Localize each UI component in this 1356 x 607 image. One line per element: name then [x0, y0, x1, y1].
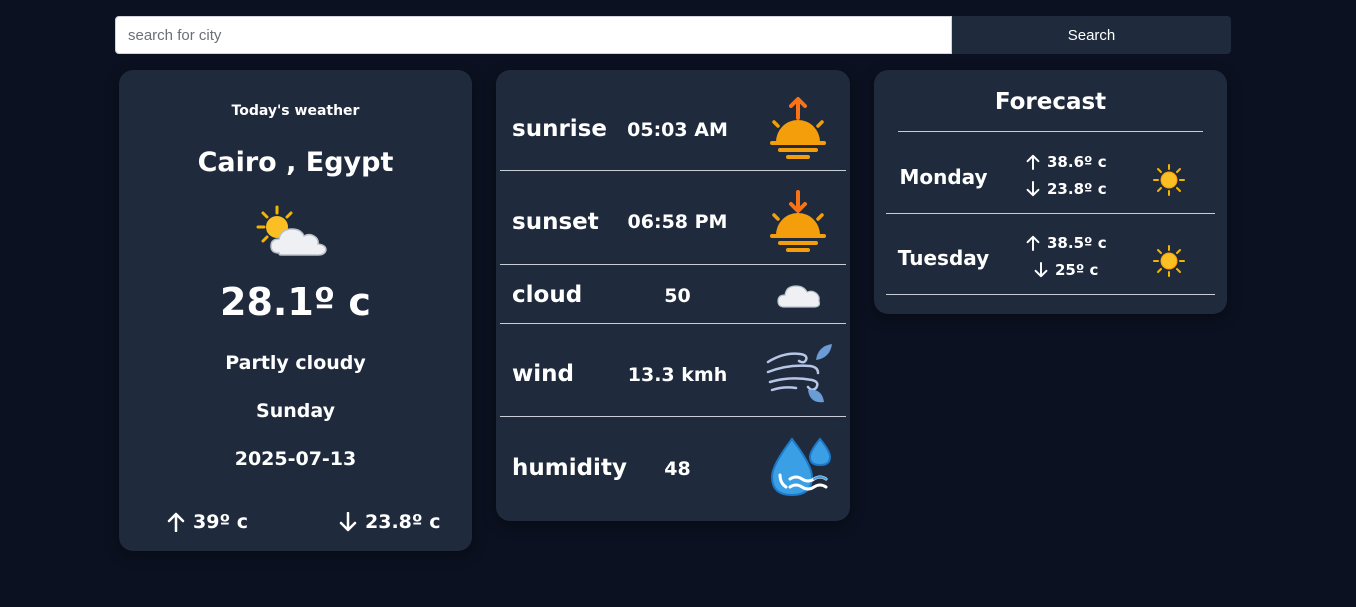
weather-condition: Partly cloudy [225, 352, 366, 374]
forecast-card: Forecast Monday 38.6º c 23.8º c Tuesday … [874, 70, 1227, 314]
forecast-row: Monday 38.6º c 23.8º c [886, 133, 1215, 214]
detail-row-humidity: humidity 48 [500, 417, 846, 521]
forecast-title: Forecast [994, 89, 1107, 115]
forecast-min: 25º c [1034, 261, 1098, 279]
forecast-max-value: 38.6º c [1047, 153, 1107, 171]
detail-value: 05:03 AM [627, 119, 728, 141]
arrow-down-icon [339, 512, 357, 532]
cloud-icon [777, 285, 821, 308]
arrow-up-icon [167, 512, 185, 532]
sun-behind-cloud-icon [256, 205, 327, 256]
arrow-up-icon [1026, 154, 1040, 170]
sunrise-icon [770, 97, 826, 159]
detail-row-sunrise: sunrise 05:03 AM [500, 84, 846, 171]
divider [898, 131, 1203, 132]
today-label: Today's weather [231, 103, 360, 119]
current-day: Sunday [256, 400, 335, 422]
detail-label: wind [512, 361, 574, 387]
wind-icon [766, 344, 832, 403]
detail-value: 50 [664, 285, 691, 307]
max-temperature-value: 39º c [193, 511, 249, 533]
forecast-max-value: 38.5º c [1047, 234, 1107, 252]
forecast-max: 38.5º c [1026, 234, 1107, 252]
search-input[interactable] [115, 16, 952, 54]
detail-row-sunset: sunset 06:58 PM [500, 171, 846, 265]
sun-icon [1153, 164, 1185, 196]
droplet-icon [770, 437, 832, 497]
search-bar: Search [115, 16, 1231, 54]
detail-value: 13.3 kmh [627, 364, 728, 386]
arrow-down-icon [1026, 181, 1040, 197]
arrow-down-icon [1034, 262, 1048, 278]
current-date: 2025-07-13 [234, 448, 357, 470]
detail-value: 48 [664, 458, 691, 480]
weather-details-card: sunrise 05:03 AM sunset 06:58 PM cloud 5… [496, 70, 850, 521]
forecast-day: Tuesday [897, 246, 990, 270]
arrow-up-icon [1026, 235, 1040, 251]
forecast-row: Tuesday 38.5º c 25º c [886, 214, 1215, 295]
forecast-min: 23.8º c [1026, 180, 1107, 198]
forecast-day: Monday [899, 165, 988, 189]
detail-label: cloud [512, 282, 583, 308]
current-temperature: 28.1º c [220, 280, 371, 324]
detail-label: sunset [512, 209, 599, 235]
detail-row-wind: wind 13.3 kmh [500, 324, 846, 417]
forecast-max: 38.6º c [1026, 153, 1107, 171]
sun-icon [1153, 245, 1185, 277]
detail-label: sunrise [512, 116, 607, 142]
forecast-min-value: 23.8º c [1047, 180, 1107, 198]
today-weather-card: Today's weather Cairo , Egypt 28.1º c Pa… [119, 70, 472, 551]
detail-row-cloud: cloud 50 [500, 265, 846, 324]
forecast-min-value: 25º c [1055, 261, 1099, 279]
max-temperature: 39º c [167, 511, 248, 533]
min-temperature-value: 23.8º c [365, 511, 441, 533]
search-button[interactable]: Search [952, 16, 1231, 54]
sunset-icon [770, 190, 826, 252]
min-temperature: 23.8º c [339, 511, 440, 533]
city-name: Cairo , Egypt [197, 147, 394, 178]
detail-value: 06:58 PM [627, 211, 728, 233]
